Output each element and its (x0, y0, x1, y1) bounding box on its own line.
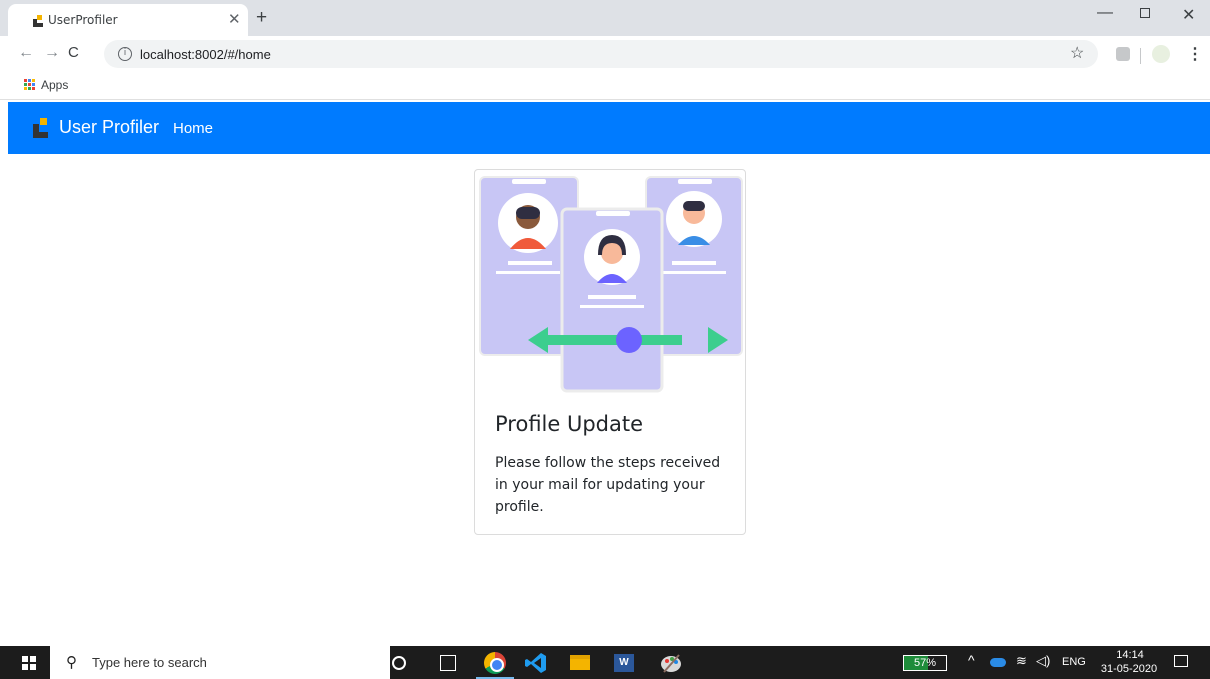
info-icon[interactable]: i (118, 47, 132, 61)
vscode-icon[interactable] (525, 652, 547, 674)
search-icon: ⚲ (66, 654, 77, 671)
url-text[interactable]: localhost:8002/#/home (140, 47, 271, 62)
toolbar-divider (1140, 48, 1141, 64)
brand-logo-icon[interactable] (32, 118, 48, 138)
app-favicon-icon (33, 15, 43, 27)
volume-icon[interactable]: ◁) (1036, 653, 1050, 669)
tab-close-icon[interactable]: ✕ (228, 10, 241, 28)
nav-link-home[interactable]: Home (173, 120, 213, 137)
windows-start-icon[interactable] (22, 656, 36, 670)
profile-update-card: Profile Update Please follow the steps r… (474, 169, 746, 535)
taskbar-search-box[interactable]: ⚲ Type here to search (50, 646, 390, 679)
chrome-icon[interactable] (484, 652, 506, 674)
window-close-icon[interactable]: ✕ (1182, 5, 1195, 25)
task-view-icon[interactable] (440, 655, 456, 671)
tray-chevron-up-icon[interactable]: ^ (968, 652, 975, 668)
file-explorer-icon[interactable] (570, 655, 590, 670)
onedrive-cloud-icon[interactable] (990, 658, 1006, 667)
wifi-icon[interactable]: ≋ (1016, 653, 1027, 669)
bookmark-star-icon[interactable]: ☆ (1070, 43, 1084, 63)
card-body-text: Please follow the steps received in your… (495, 455, 721, 515)
back-arrow-icon[interactable]: ← (18, 44, 34, 62)
notification-center-icon[interactable] (1174, 655, 1188, 667)
extension-icon[interactable] (1116, 47, 1130, 61)
minimize-icon[interactable]: — (1097, 4, 1113, 22)
browser-tabstrip: UserProfiler ✕ + — ✕ (0, 0, 1210, 36)
word-icon[interactable]: W (614, 654, 634, 672)
apps-bookmark[interactable]: Apps (41, 78, 68, 92)
app-navbar: User Profiler Home (8, 102, 1210, 154)
clock-date[interactable]: 31-05-2020 (1096, 663, 1162, 675)
card-title: Profile Update (495, 412, 644, 436)
cortana-icon[interactable] (392, 656, 406, 670)
profile-illustration (479, 176, 743, 393)
tab-title: UserProfiler (48, 13, 118, 27)
battery-indicator[interactable]: 57% (903, 655, 947, 671)
paint-icon[interactable] (660, 652, 682, 674)
forward-arrow-icon[interactable]: → (44, 44, 60, 62)
new-tab-button[interactable]: + (256, 7, 267, 29)
taskbar-search-placeholder[interactable]: Type here to search (92, 655, 207, 670)
kebab-menu-icon[interactable]: ⋮ (1187, 44, 1203, 64)
brand-name[interactable]: User Profiler (59, 117, 159, 138)
maximize-icon[interactable] (1140, 8, 1150, 18)
apps-grid-icon[interactable] (24, 79, 36, 91)
language-indicator[interactable]: ENG (1062, 656, 1086, 668)
clock-time[interactable]: 14:14 (1106, 649, 1154, 661)
bookmarks-bar: Apps (0, 72, 1210, 100)
reload-icon[interactable]: C (68, 44, 79, 61)
browser-toolbar: ← → C i localhost:8002/#/home ☆ ⋮ (0, 36, 1210, 72)
windows-taskbar: ⚲ Type here to search W 57% ^ ≋ ◁) ENG 1… (0, 646, 1210, 679)
browser-tab[interactable]: UserProfiler ✕ (8, 4, 248, 36)
address-bar[interactable]: i localhost:8002/#/home ☆ (104, 40, 1098, 68)
battery-percent: 57% (913, 657, 937, 669)
profile-avatar-icon[interactable] (1152, 45, 1170, 63)
